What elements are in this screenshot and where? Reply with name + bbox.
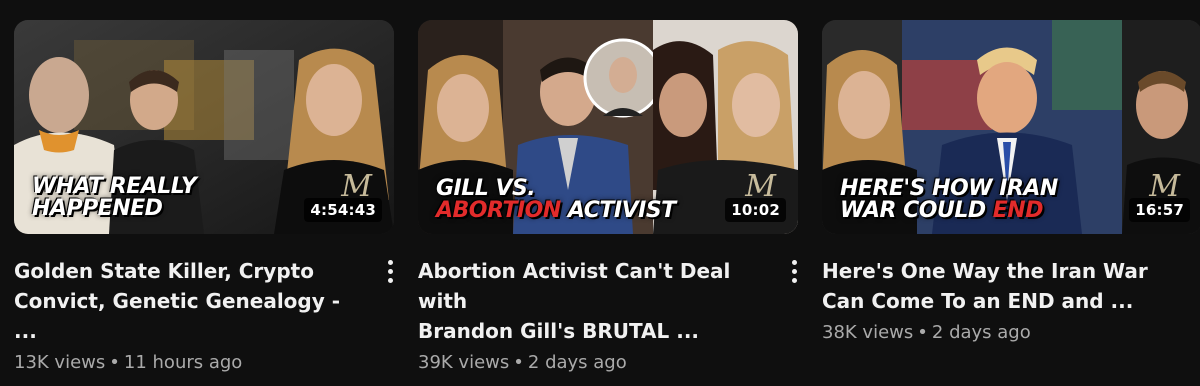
- video-title[interactable]: Abortion Activist Can't Deal with Brando…: [418, 256, 758, 346]
- overlay-line: GILL VS.: [436, 176, 536, 201]
- video-card[interactable]: HERE'S HOW IRAN WAR COULD END M 16:57 He…: [822, 20, 1200, 343]
- video-card[interactable]: WHAT REALLY HAPPENED M 4:54:43 Golden St…: [14, 20, 400, 373]
- video-row: WHAT REALLY HAPPENED M 4:54:43 Golden St…: [0, 0, 1200, 386]
- duration-badge: 10:02: [725, 198, 786, 222]
- video-meta: Golden State Killer, Crypto Convict, Gen…: [14, 256, 400, 373]
- view-count: 38K views: [822, 322, 914, 343]
- separator: •: [513, 352, 524, 373]
- view-count: 39K views: [418, 352, 510, 373]
- duration-badge: 16:57: [1129, 198, 1190, 222]
- upload-age: 2 days ago: [527, 352, 627, 373]
- video-stats: 39K views • 2 days ago: [418, 352, 804, 373]
- duration-badge: 4:54:43: [304, 198, 382, 222]
- separator: •: [917, 322, 928, 343]
- thumbnail-overlay-text: HERE'S HOW IRAN WAR COULD END: [840, 178, 1058, 222]
- overlay-white-word: ACTIVIST: [560, 198, 676, 223]
- video-stats: 13K views • 11 hours ago: [14, 352, 400, 373]
- overlay-red-word: END: [992, 198, 1044, 223]
- upload-age: 2 days ago: [931, 322, 1031, 343]
- video-thumbnail[interactable]: HERE'S HOW IRAN WAR COULD END M 16:57: [822, 20, 1200, 234]
- upload-age: 11 hours ago: [123, 352, 243, 373]
- video-thumbnail[interactable]: GILL VS. ABORTION ACTIVIST M 10:02: [418, 20, 798, 234]
- video-stats: 38K views • 2 days ago: [822, 322, 1200, 343]
- video-meta: Abortion Activist Can't Deal with Brando…: [418, 256, 804, 373]
- overlay-line: WHAT REALLY: [32, 174, 197, 199]
- more-options-icon[interactable]: [384, 256, 396, 286]
- video-card[interactable]: GILL VS. ABORTION ACTIVIST M 10:02 Abort…: [418, 20, 804, 373]
- overlay-red-word: ABORTION: [436, 198, 561, 223]
- video-meta: Here's One Way the Iran War Can Come To …: [822, 256, 1200, 343]
- overlay-white-word: WAR COULD: [840, 198, 993, 223]
- video-title[interactable]: Here's One Way the Iran War Can Come To …: [822, 256, 1162, 316]
- video-title[interactable]: Golden State Killer, Crypto Convict, Gen…: [14, 256, 354, 346]
- video-thumbnail[interactable]: WHAT REALLY HAPPENED M 4:54:43: [14, 20, 394, 234]
- separator: •: [109, 352, 120, 373]
- more-options-icon[interactable]: [788, 256, 800, 286]
- overlay-line: HERE'S HOW IRAN: [840, 176, 1058, 201]
- thumbnail-overlay-text: GILL VS. ABORTION ACTIVIST: [436, 178, 676, 222]
- thumbnail-overlay-text: WHAT REALLY HAPPENED: [32, 174, 197, 221]
- view-count: 13K views: [14, 352, 106, 373]
- overlay-line: HAPPENED: [32, 196, 163, 221]
